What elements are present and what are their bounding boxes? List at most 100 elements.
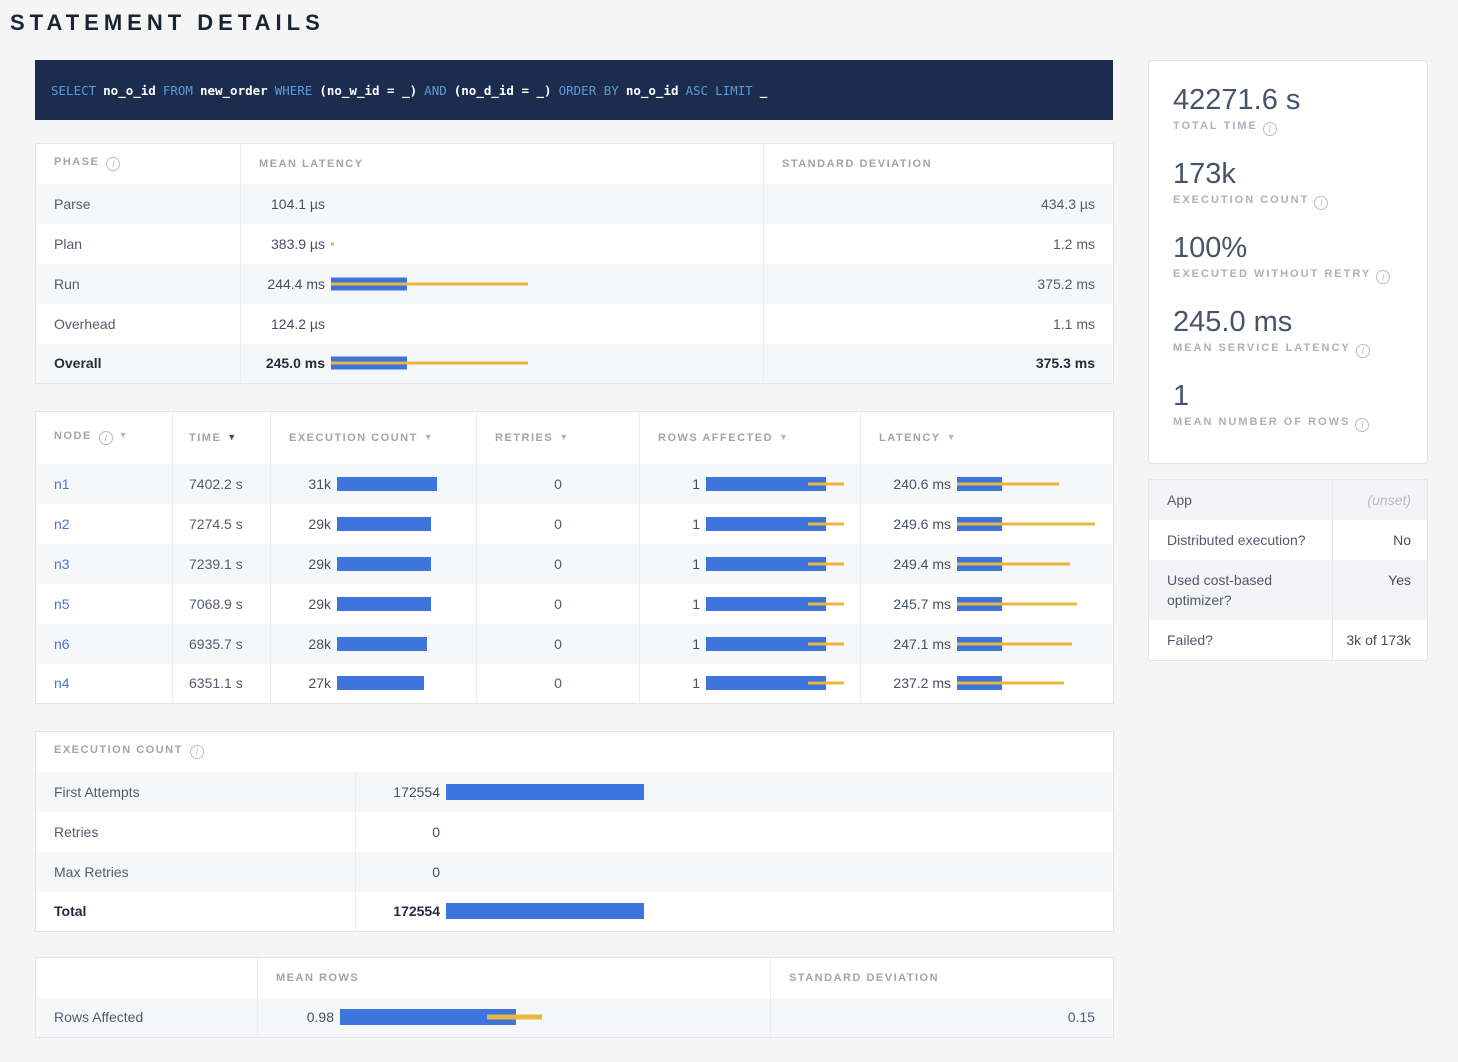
column-header-label: MEAN ROWS xyxy=(276,972,359,984)
fact-label: Failed? xyxy=(1149,620,1332,660)
column-header-node[interactable]: NODEi▼ xyxy=(36,412,173,464)
mean-latency-value: 244.4 ms xyxy=(253,276,325,292)
stddev-value: 375.3 ms xyxy=(764,344,1114,384)
section-header-execution-count: EXECUTION COUNT i xyxy=(36,732,1114,772)
column-header-execution-count[interactable]: EXECUTION COUNT▼ xyxy=(271,412,477,464)
sort-arrow-icon: ▼ xyxy=(947,432,957,442)
execution-count-cell: 28k xyxy=(271,624,477,664)
retries-value: 0 xyxy=(477,624,640,664)
stat-label-text: EXECUTED WITHOUT RETRY xyxy=(1173,268,1371,280)
mean-latency-cell: 245.0 ms xyxy=(241,344,764,384)
time-value: 7274.5 s xyxy=(173,504,271,544)
stddev-line xyxy=(957,642,1072,645)
stddev-value: 1.2 ms xyxy=(764,224,1114,264)
rows-affected-value: 1 xyxy=(652,516,700,532)
mean-bar xyxy=(337,517,431,531)
latency-bar xyxy=(331,235,751,253)
latency-bar xyxy=(331,354,751,372)
latency-value: 249.4 ms xyxy=(873,556,951,572)
mean-latency-cell: 124.2 µs xyxy=(241,304,764,344)
mean-latency-cell: 383.9 µs xyxy=(241,224,764,264)
rows-affected-header-row: MEAN ROWS STANDARD DEVIATION xyxy=(36,958,1114,998)
latency-cell: 249.4 ms xyxy=(861,544,1114,584)
retries-value: 0 xyxy=(477,504,640,544)
mean-bar xyxy=(337,637,427,651)
stddev-line xyxy=(957,482,1059,485)
node-link[interactable]: n1 xyxy=(54,476,70,492)
phase-table-header-row: PHASEi MEAN LATENCY STANDARD DEVIATION xyxy=(36,144,1114,184)
latency-cell: 237.2 ms xyxy=(861,664,1114,704)
main-column: SELECTno_o_idFROMnew_orderWHERE(no_w_id … xyxy=(35,60,1113,1038)
info-icon[interactable]: i xyxy=(190,745,204,759)
column-header-rows-affected[interactable]: ROWS AFFECTED▼ xyxy=(640,412,861,464)
sql-token: WHERE xyxy=(275,83,313,98)
info-icon[interactable]: i xyxy=(1314,196,1328,210)
fact-label: Distributed execution? xyxy=(1149,520,1332,560)
node-row: n5 7068.9 s 29k 0 1 xyxy=(36,584,1114,624)
node-link[interactable]: n5 xyxy=(54,596,70,612)
column-header-label: MEAN LATENCY xyxy=(259,158,364,170)
column-header-retries[interactable]: RETRIES▼ xyxy=(477,412,640,464)
stat-value: 245.0 ms xyxy=(1173,305,1403,339)
execution-count-value: 29k xyxy=(283,596,331,612)
node-link[interactable]: n3 xyxy=(54,556,70,572)
execution-count-number: 172554 xyxy=(368,784,440,800)
info-icon[interactable]: i xyxy=(1355,418,1369,432)
sql-token: LIMIT xyxy=(715,83,753,98)
sql-token: (no_d_id = _) xyxy=(454,83,552,98)
stat-label-text: MEAN SERVICE LATENCY xyxy=(1173,342,1351,354)
node-row: n1 7402.2 s 31k 0 1 xyxy=(36,464,1114,504)
node-link[interactable]: n6 xyxy=(54,636,70,652)
execution-count-value-cell: 0 xyxy=(356,852,1114,892)
execution-count-cell: 31k xyxy=(271,464,477,504)
execution-count-bar xyxy=(337,515,467,533)
column-header-latency[interactable]: LATENCY▼ xyxy=(861,412,1114,464)
phase-row: Overall 245.0 ms 375.3 ms xyxy=(36,344,1114,384)
stddev-line xyxy=(808,562,844,565)
info-icon[interactable]: i xyxy=(99,431,113,445)
fact-row: Distributed execution? No xyxy=(1149,520,1427,560)
fact-label: App xyxy=(1149,480,1332,520)
latency-value: 249.6 ms xyxy=(873,516,951,532)
stddev-value: 434.3 µs xyxy=(764,184,1114,224)
sort-arrow-icon: ▼ xyxy=(559,432,569,442)
phase-label: Overhead xyxy=(36,304,241,344)
stddev-line xyxy=(957,522,1095,525)
phase-label: Parse xyxy=(36,184,241,224)
column-header-time[interactable]: TIME▼ xyxy=(173,412,271,464)
execution-count-number: 0 xyxy=(368,864,440,880)
rows-affected-cell: 1 xyxy=(640,504,861,544)
summary-stat: 100% EXECUTED WITHOUT RETRYi xyxy=(1173,231,1403,284)
node-link[interactable]: n4 xyxy=(54,675,70,691)
side-column: 42271.6 s TOTAL TIMEi 173k EXECUTION COU… xyxy=(1148,60,1428,1038)
column-header-mean-rows: MEAN ROWS xyxy=(258,958,771,998)
mean-latency-cell: 244.4 ms xyxy=(241,264,764,304)
column-header-label: EXECUTION COUNT xyxy=(289,432,418,444)
node-link[interactable]: n2 xyxy=(54,516,70,532)
execution-count-value: 29k xyxy=(283,556,331,572)
info-icon[interactable]: i xyxy=(106,157,120,171)
mean-rows-value: 0.98 xyxy=(270,1009,334,1025)
stat-label: MEAN NUMBER OF ROWSi xyxy=(1173,416,1403,432)
stat-value: 1 xyxy=(1173,379,1403,413)
page-title: STATEMENT DETAILS xyxy=(10,10,1458,36)
mean-latency-value: 104.1 µs xyxy=(253,196,325,212)
retries-value: 0 xyxy=(477,544,640,584)
info-icon[interactable]: i xyxy=(1356,344,1370,358)
stat-value: 42271.6 s xyxy=(1173,83,1403,117)
info-icon[interactable]: i xyxy=(1376,270,1390,284)
execution-count-table: EXECUTION COUNTi First Attempts 172554 xyxy=(35,731,1114,932)
retries-value: 0 xyxy=(477,664,640,704)
node-row: n6 6935.7 s 28k 0 1 xyxy=(36,624,1114,664)
rows-affected-cell: 1 xyxy=(640,584,861,624)
latency-bar xyxy=(331,315,751,333)
time-value: 6935.7 s xyxy=(173,624,271,664)
stddev-line xyxy=(808,642,844,645)
latency-value: 240.6 ms xyxy=(873,476,951,492)
latency-value: 245.7 ms xyxy=(873,596,951,612)
column-header-label: PHASE xyxy=(54,156,99,168)
info-icon[interactable]: i xyxy=(1263,122,1277,136)
mean-latency-value: 124.2 µs xyxy=(253,316,325,332)
column-header-label: EXECUTION COUNT xyxy=(54,744,183,756)
rows-affected-value: 1 xyxy=(652,636,700,652)
